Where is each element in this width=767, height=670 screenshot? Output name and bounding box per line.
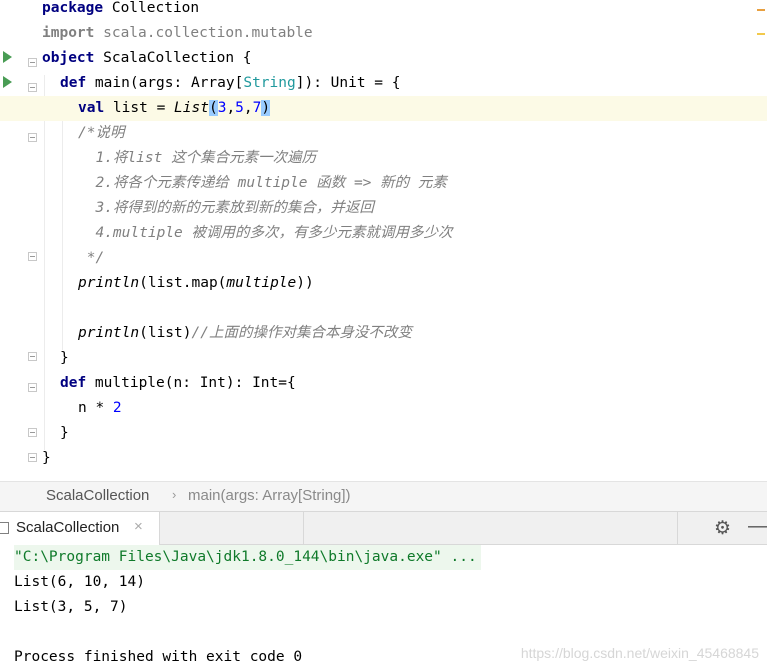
code-line-17[interactable]: n * 2	[0, 396, 767, 421]
code-editor[interactable]: package Collection import scala.collecti…	[0, 0, 767, 481]
comment-text: 4.multiple 被调用的多次，有多少元素就调用多少次	[78, 225, 453, 241]
function-name: List	[174, 100, 209, 116]
code-text: n *	[78, 400, 113, 416]
keyword: object	[42, 50, 95, 66]
code-text: main(args: Array[	[86, 75, 244, 91]
code-text: }	[60, 350, 69, 366]
code-text: list =	[104, 100, 175, 116]
divider	[677, 512, 678, 545]
code-text: ]): Unit = {	[295, 75, 401, 91]
close-icon[interactable]: ×	[134, 518, 143, 535]
code-text: multiple(n: Int): Int={	[86, 375, 296, 391]
code-line-18[interactable]: }	[0, 421, 767, 446]
number: 5	[235, 100, 244, 116]
breadcrumb-object[interactable]: ScalaCollection	[46, 487, 149, 504]
number: 2	[112, 400, 122, 416]
comment-text: 3.将得到的新的元素放到新的集合，并返回	[78, 200, 374, 216]
keyword: package	[42, 0, 104, 16]
code-line-7[interactable]: 1.将list 这个集合元素一次遍历	[0, 146, 767, 171]
code-line-1[interactable]: package Collection	[0, 0, 767, 21]
comment-text: */	[78, 250, 105, 266]
run-tab-label: ScalaCollection	[16, 519, 120, 536]
code-text: Collection	[103, 0, 200, 16]
minimize-icon[interactable]: —	[748, 515, 767, 538]
code-line-10[interactable]: 4.multiple 被调用的多次，有多少元素就调用多少次	[0, 221, 767, 246]
comment-text: /*说明	[78, 125, 125, 141]
code-line-12[interactable]: println(list.map(multiple))	[0, 271, 767, 296]
code-text: }	[60, 425, 69, 441]
code-line-3[interactable]: object ScalaCollection {	[0, 46, 767, 71]
comment-text: //上面的操作对集合本身没不改变	[191, 325, 412, 341]
editor-scrollbar[interactable]	[755, 0, 767, 481]
code-text: scala.collection.mutable	[94, 25, 313, 41]
code-line-13[interactable]	[0, 296, 767, 321]
scroll-marker[interactable]	[757, 33, 765, 35]
code-line-2[interactable]: import scala.collection.mutable	[0, 21, 767, 46]
run-config-icon	[0, 522, 9, 534]
console-output[interactable]: "C:\Program Files\Java\jdk1.8.0_144\bin\…	[0, 545, 767, 669]
code-line-11[interactable]: */	[0, 246, 767, 271]
console-command-line[interactable]: "C:\Program Files\Java\jdk1.8.0_144\bin\…	[14, 545, 481, 570]
keyword: def	[60, 75, 87, 91]
breadcrumb-separator-icon: ›	[172, 487, 177, 502]
run-tab-scalacollection[interactable]: ScalaCollection ×	[0, 512, 160, 545]
keyword: val	[78, 100, 105, 116]
breadcrumb: ScalaCollection › main(args: Array[Strin…	[0, 481, 767, 511]
run-tool-window-header: ScalaCollection × ⚙ —	[0, 511, 767, 545]
code-line-5-current[interactable]: val list = List(3,5,7)	[0, 96, 767, 121]
code-text: (list)	[139, 325, 192, 341]
code-text: }	[42, 450, 51, 466]
code-text: ,	[226, 100, 236, 116]
code-line-14[interactable]: println(list)//上面的操作对集合本身没不改变	[0, 321, 767, 346]
code-line-16[interactable]: def multiple(n: Int): Int={	[0, 371, 767, 396]
function-name: println	[78, 325, 140, 341]
console-exit-line: Process finished with exit code 0	[14, 649, 303, 665]
code-text: ScalaCollection {	[94, 50, 252, 66]
console-output-line: List(6, 10, 14)	[14, 574, 145, 590]
type-name: String	[243, 75, 296, 91]
keyword: def	[60, 375, 87, 391]
paren-close: )	[261, 100, 271, 116]
function-name: println	[78, 275, 140, 291]
breadcrumb-method[interactable]: main(args: Array[String])	[188, 487, 351, 504]
code-text: (list.map(	[139, 275, 227, 291]
function-name: multiple	[226, 275, 297, 291]
code-text: ,	[243, 100, 253, 116]
comment-text: 2.将各个元素传递给 multiple 函数 => 新的 元素	[78, 175, 447, 191]
divider	[303, 512, 304, 545]
comment-text: 1.将list 这个集合元素一次遍历	[78, 150, 317, 166]
paren-open: (	[208, 100, 218, 116]
gear-icon[interactable]: ⚙	[714, 517, 731, 540]
code-line-6[interactable]: /*说明	[0, 121, 767, 146]
code-text: ))	[296, 275, 314, 291]
console-output-line: List(3, 5, 7)	[14, 599, 128, 615]
code-line-15[interactable]: }	[0, 346, 767, 371]
watermark: https://blog.csdn.net/weixin_45468845	[520, 645, 759, 661]
code-line-8[interactable]: 2.将各个元素传递给 multiple 函数 => 新的 元素	[0, 171, 767, 196]
code-line-19[interactable]: }	[0, 446, 767, 471]
keyword: import	[42, 25, 95, 41]
code-line-9[interactable]: 3.将得到的新的元素放到新的集合，并返回	[0, 196, 767, 221]
scroll-marker[interactable]	[757, 9, 765, 11]
code-line-4[interactable]: def main(args: Array[String]): Unit = {	[0, 71, 767, 96]
